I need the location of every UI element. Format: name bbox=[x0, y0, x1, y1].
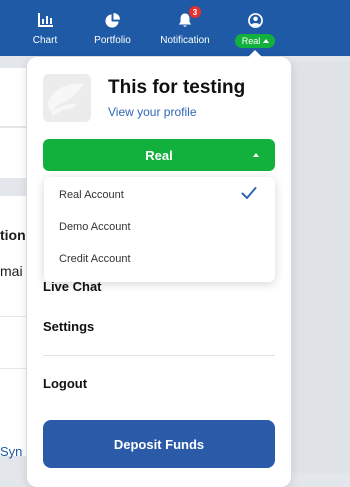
option-credit-account[interactable]: Credit Account bbox=[59, 253, 131, 265]
background-email-text: mai bbox=[0, 263, 23, 279]
portfolio-pie-icon bbox=[105, 10, 120, 30]
nav-chart-label: Chart bbox=[32, 35, 58, 46]
account-type-pill-label: Real bbox=[241, 36, 261, 46]
background-card bbox=[0, 128, 26, 178]
nav-notification-label: Notification bbox=[160, 35, 210, 46]
account-type-pill[interactable]: Real bbox=[234, 34, 276, 48]
background-sync-link[interactable]: Syn bbox=[0, 444, 22, 459]
background-divider bbox=[0, 368, 26, 369]
caret-up-icon bbox=[263, 39, 270, 43]
logout-menu-item[interactable]: Logout bbox=[43, 376, 87, 391]
deposit-funds-button[interactable]: Deposit Funds bbox=[43, 420, 275, 468]
nav-portfolio[interactable]: Portfolio bbox=[85, 0, 140, 56]
caret-up-icon bbox=[253, 153, 259, 157]
background-divider bbox=[0, 316, 26, 317]
nav-account[interactable]: Real bbox=[229, 0, 281, 56]
profile-name: This for testing bbox=[108, 77, 246, 98]
account-options-dropdown: Real Account Demo Account Credit Account bbox=[44, 177, 275, 282]
checkmark-icon bbox=[241, 186, 257, 205]
bell-icon: 3 bbox=[178, 6, 201, 30]
option-demo-account[interactable]: Demo Account bbox=[59, 221, 131, 233]
background-card bbox=[0, 68, 26, 127]
user-icon bbox=[247, 10, 263, 30]
settings-menu-item[interactable]: Settings bbox=[43, 319, 94, 334]
menu-divider bbox=[43, 355, 275, 356]
nav-chart[interactable]: Chart bbox=[30, 0, 60, 56]
view-profile-link[interactable]: View your profile bbox=[108, 105, 197, 119]
background-page-right bbox=[292, 62, 350, 473]
nav-portfolio-label: Portfolio bbox=[94, 35, 131, 46]
background-section-title: tion bbox=[0, 227, 26, 243]
avatar-placeholder-icon[interactable] bbox=[43, 74, 91, 122]
panel-pointer bbox=[248, 50, 262, 57]
nav-notification[interactable]: 3 Notification bbox=[152, 0, 218, 56]
top-nav-bar: Chart Portfolio 3 Notification Real bbox=[0, 0, 350, 56]
notification-count-badge: 3 bbox=[189, 6, 201, 18]
account-type-select[interactable]: Real bbox=[43, 139, 275, 171]
account-type-selected: Real bbox=[145, 147, 173, 163]
option-real-account[interactable]: Real Account bbox=[59, 189, 124, 201]
chart-icon bbox=[37, 10, 53, 30]
